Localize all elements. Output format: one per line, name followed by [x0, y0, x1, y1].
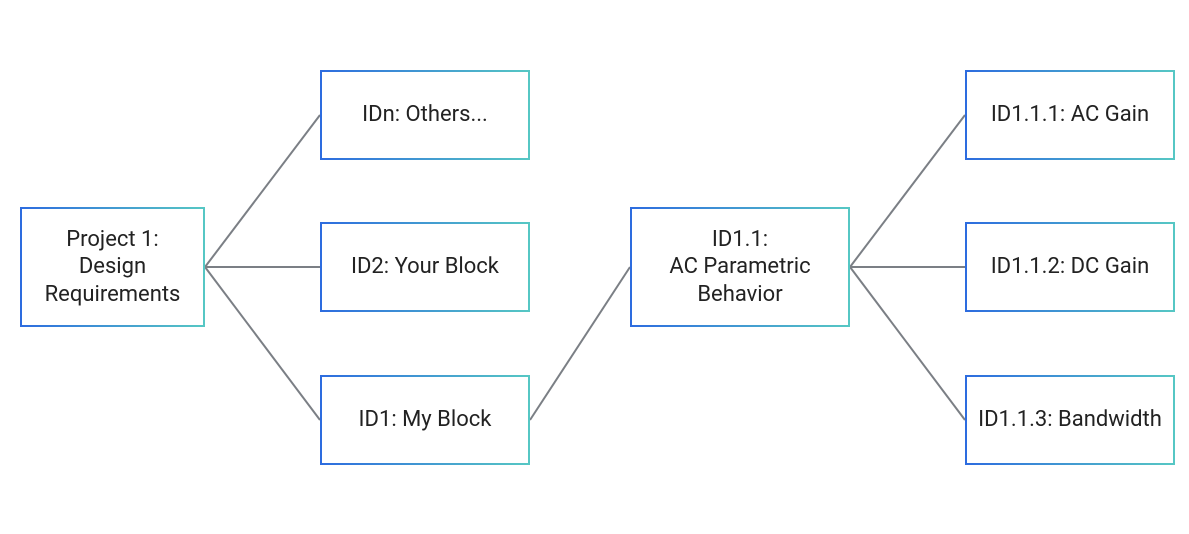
node-id1-1-1: ID1.1.1: AC Gain [965, 70, 1175, 160]
node-id1-1-label: ID1.1: AC Parametric Behavior [669, 226, 810, 309]
node-root-label: Project 1: Design Requirements [45, 226, 181, 309]
node-id1-1-1-label: ID1.1.1: AC Gain [991, 101, 1149, 129]
edge-root-idn [205, 115, 320, 267]
edge-id1_1-id1_1_3 [850, 267, 965, 420]
node-id2: ID2: Your Block [320, 222, 530, 312]
node-idn: IDn: Others... [320, 70, 530, 160]
node-id2-label: ID2: Your Block [351, 253, 499, 281]
edge-root-id1 [205, 267, 320, 420]
node-id1-label: ID1: My Block [359, 406, 492, 434]
edge-id1_1-id1_1_1 [850, 115, 965, 267]
node-id1-1: ID1.1: AC Parametric Behavior [630, 207, 850, 327]
node-id1-1-2-label: ID1.1.2: DC Gain [991, 253, 1150, 281]
node-root: Project 1: Design Requirements [20, 207, 205, 327]
node-id1-1-2: ID1.1.2: DC Gain [965, 222, 1175, 312]
node-id1-1-3: ID1.1.3: Bandwidth [965, 375, 1175, 465]
diagram-canvas: Project 1: Design Requirements IDn: Othe… [0, 0, 1189, 534]
node-id1-1-3-label: ID1.1.3: Bandwidth [978, 406, 1162, 434]
node-idn-label: IDn: Others... [362, 101, 488, 129]
edge-id1-id1_1 [530, 267, 630, 420]
node-id1: ID1: My Block [320, 375, 530, 465]
